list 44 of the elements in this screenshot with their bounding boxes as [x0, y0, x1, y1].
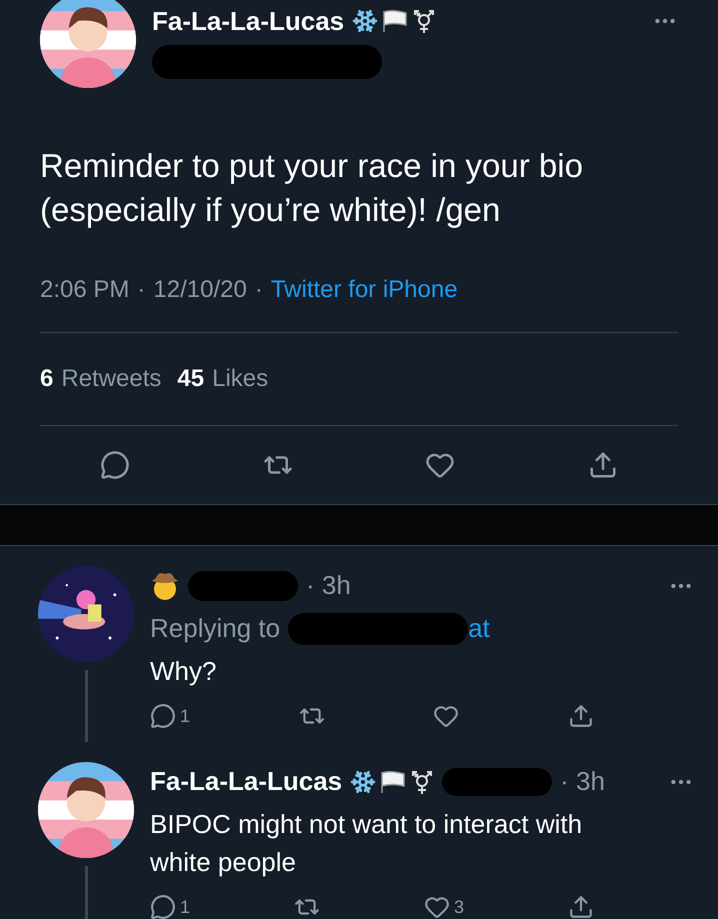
handle-link[interactable]: at	[468, 609, 490, 648]
tweet-meta: ·	[137, 275, 146, 305]
cowboy-hat-icon	[150, 570, 180, 600]
share-button[interactable]	[568, 894, 594, 919]
share-button[interactable]	[588, 450, 618, 480]
timestamp: · 3h	[306, 569, 351, 602]
flag-icon	[382, 9, 408, 33]
reply-button[interactable]: 1	[150, 702, 190, 730]
tweet-meta: ·	[254, 275, 263, 305]
share-button[interactable]	[568, 703, 594, 729]
like-count: 3	[454, 896, 464, 919]
author-name: Fa-La-La-Lucas	[152, 4, 344, 38]
source-link[interactable]: Twitter for iPhone	[270, 272, 458, 308]
reply-text: BIPOC might not want to interact with white people	[150, 808, 584, 879]
stat-label: Likes	[212, 364, 268, 394]
stat-count: 45	[177, 364, 204, 394]
tweet-meta: 12/10/20	[153, 275, 247, 305]
snowflake-icon	[350, 768, 376, 794]
transgender-symbol-icon	[412, 8, 436, 34]
reply-count: 1	[180, 896, 190, 919]
tweet-text: Reminder to put your race in your bio (especially if you’re white)! /gen	[40, 146, 584, 230]
timestamp: · 3h	[560, 765, 605, 798]
reply-button[interactable]: 1	[150, 893, 190, 919]
snowflake-icon	[352, 8, 378, 34]
reply-button[interactable]	[100, 450, 130, 480]
stat-count: 6	[40, 364, 54, 394]
transgender-symbol-icon	[410, 768, 434, 794]
stat-label: Retweets	[61, 364, 162, 394]
flag-icon	[380, 770, 406, 794]
like-button[interactable]: 3	[424, 893, 464, 919]
share-icon	[568, 894, 594, 919]
comment-icon	[150, 894, 176, 919]
like-button[interactable]	[433, 703, 460, 729]
share-icon	[588, 450, 618, 480]
reply-count: 1	[180, 705, 190, 728]
comment-icon	[100, 450, 130, 480]
tweet-meta: 2:06 PM	[40, 275, 130, 305]
author-name: Fa-La-La-Lucas	[150, 765, 342, 798]
reply-text: Why?	[150, 655, 218, 688]
comment-icon	[150, 703, 176, 729]
heart-icon	[433, 703, 460, 729]
share-icon	[568, 703, 594, 729]
heart-icon	[424, 894, 450, 919]
replying-label: Replying to	[150, 612, 280, 645]
